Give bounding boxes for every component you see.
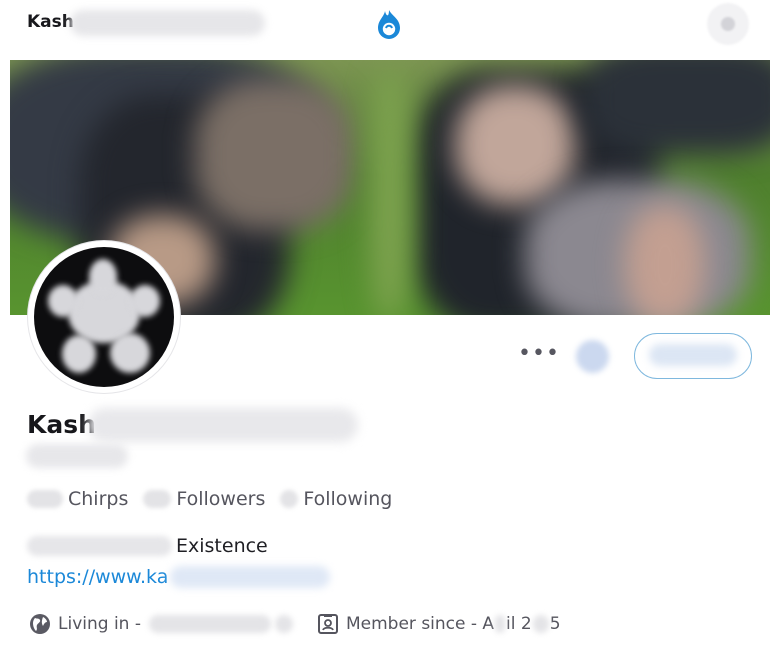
- member-date-redaction-2: [532, 615, 549, 633]
- id-card-icon: [317, 614, 338, 634]
- chirps-stat[interactable]: Chirps: [27, 488, 128, 510]
- member-since-item: Member since - A il 2 5: [317, 613, 561, 635]
- member-since-prefix: Member since - A: [345, 614, 495, 634]
- website-text: https://www.ka: [27, 566, 169, 588]
- profile-meta: Living in - Member since - A il 2 5: [29, 611, 561, 637]
- following-stat[interactable]: Following: [280, 488, 392, 510]
- bio-redaction: [27, 536, 172, 556]
- globe-icon: [30, 614, 50, 634]
- living-location-redaction: [148, 615, 271, 633]
- message-icon[interactable]: [576, 340, 609, 373]
- website-link[interactable]: https://www.ka: [27, 564, 331, 590]
- follow-button[interactable]: [634, 333, 752, 379]
- following-label: Following: [303, 488, 393, 510]
- member-date-redaction-1: [495, 615, 506, 633]
- topbar-name-redaction: [70, 10, 265, 36]
- followers-label: Followers: [176, 488, 266, 510]
- profile-avatar[interactable]: [28, 241, 180, 393]
- member-date-fragment-1: il 2: [506, 614, 532, 634]
- display-name-redaction: [88, 408, 358, 442]
- living-in-prefix: Living in -: [58, 614, 141, 634]
- profile-bio: Existence: [27, 533, 268, 559]
- avatar-image: [34, 247, 174, 387]
- followers-stat[interactable]: Followers: [143, 488, 265, 510]
- profile-display-name: Kash: [27, 410, 96, 439]
- settings-icon[interactable]: [707, 3, 749, 45]
- followers-count-redaction: [143, 490, 172, 508]
- member-date-fragment-2: 5: [549, 614, 561, 634]
- app-flame-logo-icon[interactable]: [372, 8, 406, 42]
- website-redaction: [170, 566, 331, 588]
- top-bar: Kash: [0, 0, 772, 58]
- following-count-redaction: [280, 490, 299, 508]
- profile-handle-redaction: [26, 444, 128, 468]
- chirps-label: Chirps: [68, 488, 129, 510]
- bio-text: Existence: [176, 535, 268, 557]
- location-flag-redaction: [274, 615, 293, 633]
- more-options-button[interactable]: •••: [518, 343, 559, 367]
- chirps-count-redaction: [27, 490, 63, 508]
- topbar-profile-name: Kash: [27, 12, 74, 32]
- living-in-item: Living in -: [29, 613, 293, 635]
- profile-stats: Chirps Followers Following: [27, 486, 407, 512]
- profile-page: Kash ••• Kash Chirps Followers Following…: [0, 0, 772, 645]
